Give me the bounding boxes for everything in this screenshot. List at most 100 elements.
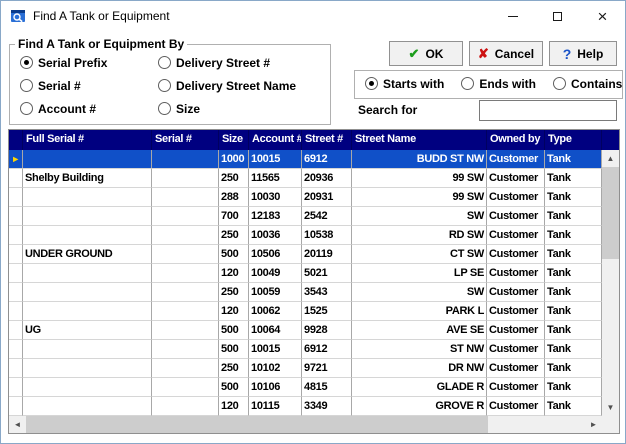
table-row[interactable]: 120101153349GROVE RCustomerTank [9, 397, 602, 416]
grid-cell[interactable]: UNDER GROUND [23, 245, 152, 264]
grid-cell[interactable]: Customer [487, 226, 545, 245]
table-row[interactable]: 2501003610538RD SWCustomerTank [9, 226, 602, 245]
grid-cell[interactable]: 20936 [302, 169, 352, 188]
grid-cell[interactable]: Customer [487, 150, 545, 169]
grid-cell[interactable]: Tank [545, 169, 602, 188]
grid-cell[interactable]: Tank [545, 264, 602, 283]
grid-cell[interactable] [152, 245, 219, 264]
grid-cell[interactable]: Tank [545, 378, 602, 397]
grid-cell[interactable] [23, 226, 152, 245]
grid-cell[interactable]: LP SE [352, 264, 487, 283]
grid-cell[interactable]: 10059 [249, 283, 302, 302]
grid-cell[interactable] [23, 397, 152, 416]
grid-cell[interactable]: 500 [219, 378, 249, 397]
column-header-full-serial[interactable]: Full Serial # [23, 130, 152, 150]
grid-cell[interactable]: SW [352, 207, 487, 226]
grid-cell[interactable]: 250 [219, 359, 249, 378]
grid-cell[interactable] [152, 302, 219, 321]
grid-cell[interactable]: 500 [219, 321, 249, 340]
column-header-owned-by[interactable]: Owned by [487, 130, 545, 150]
grid-cell[interactable] [152, 226, 219, 245]
grid-cell[interactable]: Customer [487, 302, 545, 321]
grid-cell[interactable]: AVE SE [352, 321, 487, 340]
match-option-starts-with[interactable]: Starts with [365, 76, 444, 91]
grid-cell[interactable]: Customer [487, 207, 545, 226]
grid-cell[interactable]: 500 [219, 340, 249, 359]
grid-cell[interactable] [23, 264, 152, 283]
column-header-serial[interactable]: Serial # [152, 130, 219, 150]
grid-cell[interactable]: Tank [545, 226, 602, 245]
grid-cell[interactable]: 11565 [249, 169, 302, 188]
grid-cell[interactable]: Tank [545, 245, 602, 264]
find-by-option-size[interactable]: Size [158, 101, 330, 116]
grid-cell[interactable]: 9928 [302, 321, 352, 340]
find-by-option-account[interactable]: Account # [20, 101, 148, 116]
grid-cell[interactable]: 120 [219, 302, 249, 321]
grid-cell[interactable] [152, 169, 219, 188]
grid-cell[interactable]: 10015 [249, 340, 302, 359]
grid-cell[interactable]: 10049 [249, 264, 302, 283]
grid-cell[interactable]: 700 [219, 207, 249, 226]
grid-cell[interactable]: Tank [545, 359, 602, 378]
table-row[interactable]: 500101064815GLADE RCustomerTank [9, 378, 602, 397]
grid-cell[interactable]: Shelby Building [23, 169, 152, 188]
grid-cell[interactable]: 288 [219, 188, 249, 207]
grid-cell[interactable]: Tank [545, 340, 602, 359]
table-row[interactable]: 120100495021LP SECustomerTank [9, 264, 602, 283]
grid-cell[interactable]: Customer [487, 321, 545, 340]
grid-cell[interactable]: PARK L [352, 302, 487, 321]
grid-cell[interactable]: 1525 [302, 302, 352, 321]
grid-cell[interactable] [152, 321, 219, 340]
grid-cell[interactable]: 10102 [249, 359, 302, 378]
column-header-size[interactable]: Size [219, 130, 249, 150]
grid-cell[interactable]: 10106 [249, 378, 302, 397]
ok-button[interactable]: ✔ OK [389, 41, 463, 66]
scroll-right-button[interactable]: ► [585, 416, 602, 433]
grid-cell[interactable] [152, 283, 219, 302]
grid-cell[interactable] [23, 188, 152, 207]
grid-cell[interactable]: 10015 [249, 150, 302, 169]
grid-cell[interactable]: GLADE R [352, 378, 487, 397]
scroll-left-button[interactable]: ◄ [9, 416, 26, 433]
grid-cell[interactable]: BUDD ST NW [352, 150, 487, 169]
grid-cell[interactable] [23, 283, 152, 302]
table-row[interactable]: 700121832542SWCustomerTank [9, 207, 602, 226]
find-by-option-serial[interactable]: Serial # [20, 78, 148, 93]
horizontal-scrollbar[interactable]: ◄ ► [9, 416, 602, 433]
find-by-option-delivery-street-name[interactable]: Delivery Street Name [158, 78, 330, 93]
column-header-street[interactable]: Street # [302, 130, 352, 150]
grid-cell[interactable]: UG [23, 321, 152, 340]
help-button[interactable]: ? Help [549, 41, 617, 66]
grid-cell[interactable] [152, 264, 219, 283]
grid-cell[interactable]: 10538 [302, 226, 352, 245]
grid-cell[interactable] [152, 340, 219, 359]
grid-cell[interactable] [152, 150, 219, 169]
grid-cell[interactable]: 99 SW [352, 188, 487, 207]
grid-cell[interactable] [23, 207, 152, 226]
grid-cell[interactable] [152, 378, 219, 397]
table-row[interactable]: UNDER GROUND5001050620119CT SWCustomerTa… [9, 245, 602, 264]
grid-cell[interactable]: GROVE R [352, 397, 487, 416]
grid-cell[interactable]: Tank [545, 397, 602, 416]
grid-cell[interactable]: Tank [545, 188, 602, 207]
grid-cell[interactable] [152, 397, 219, 416]
grid-cell[interactable]: ST NW [352, 340, 487, 359]
table-row[interactable]: UG500100649928AVE SECustomerTank [9, 321, 602, 340]
scroll-up-button[interactable]: ▲ [602, 150, 619, 167]
grid-cell[interactable]: Tank [545, 207, 602, 226]
grid-cell[interactable]: 9721 [302, 359, 352, 378]
grid-cell[interactable]: 10064 [249, 321, 302, 340]
grid-cell[interactable]: 99 SW [352, 169, 487, 188]
grid-cell[interactable]: Tank [545, 150, 602, 169]
grid-cell[interactable]: 250 [219, 283, 249, 302]
column-header-street-name[interactable]: Street Name [352, 130, 487, 150]
horizontal-scroll-thumb[interactable] [26, 416, 488, 433]
title-bar[interactable]: Find A Tank or Equipment × [1, 1, 625, 31]
search-input[interactable] [479, 100, 617, 121]
close-button[interactable]: × [580, 1, 625, 31]
table-row[interactable]: 250100593543SWCustomerTank [9, 283, 602, 302]
grid-cell[interactable]: 10506 [249, 245, 302, 264]
match-option-ends-with[interactable]: Ends with [461, 76, 536, 91]
grid-cell[interactable]: Customer [487, 340, 545, 359]
grid-cell[interactable]: 2542 [302, 207, 352, 226]
